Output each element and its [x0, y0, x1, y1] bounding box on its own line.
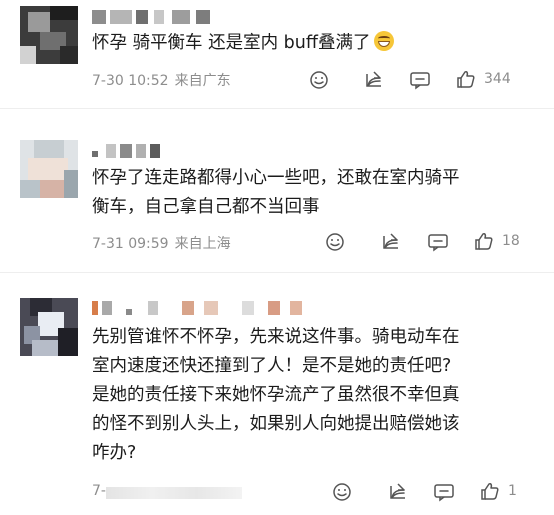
- share-icon[interactable]: [388, 481, 408, 501]
- like-count: 1: [508, 483, 517, 499]
- comment-item: 先别管谁怀不怀孕，先来说这件事。骑电动车在 室内速度还快还撞到了人！是不是她的责…: [0, 0, 554, 515]
- thumbs-up-icon[interactable]: [480, 481, 500, 501]
- smiley-face-icon[interactable]: [332, 482, 352, 502]
- comment-icon[interactable]: [433, 482, 455, 502]
- comment-text-line: 咋办?: [92, 443, 137, 463]
- comment-text-line: 的怪不到别人头上，如果别人向她提出赔偿她该: [92, 414, 460, 434]
- avatar[interactable]: [20, 298, 78, 356]
- comment-text-line: 室内速度还快还撞到了人！是不是她的责任吧?: [92, 356, 452, 376]
- comment-text-line: 是她的责任接下来她怀孕流产了虽然很不幸但真: [92, 385, 460, 405]
- comment-date: 7-: [92, 483, 106, 499]
- comment-text-line: 先别管谁怀不怀孕，先来说这件事。骑电动车在: [92, 327, 460, 347]
- comment-meta-blurred: [106, 487, 242, 499]
- comment-meta: 7-: [92, 483, 106, 499]
- comment-text: 先别管谁怀不怀孕，先来说这件事。骑电动车在 室内速度还快还撞到了人！是不是她的责…: [92, 323, 532, 468]
- username-blurred[interactable]: [92, 301, 312, 317]
